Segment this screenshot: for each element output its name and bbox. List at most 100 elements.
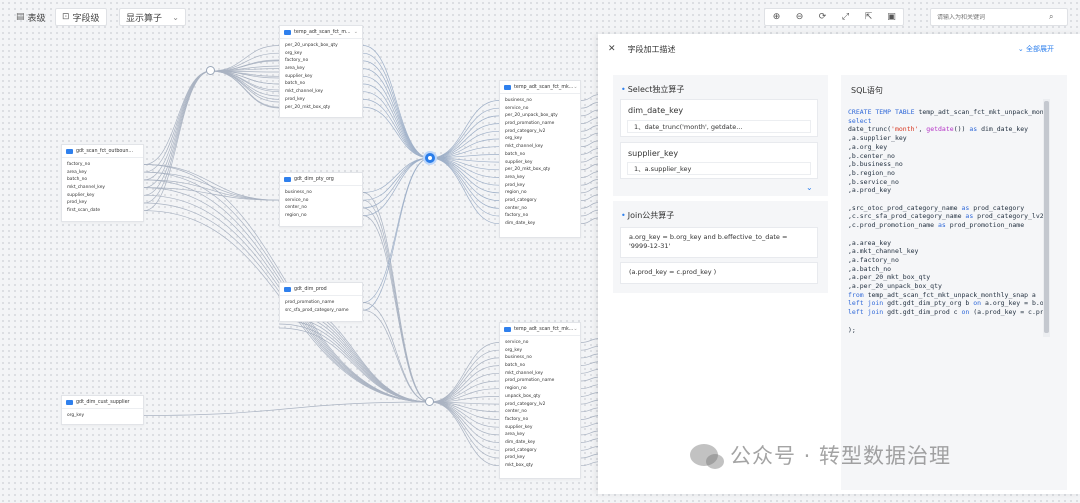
chevron-down-icon[interactable]: ⌄	[354, 29, 358, 35]
field-level-button[interactable]: ⊡ 字段级	[55, 8, 107, 26]
field-item[interactable]: supplier_key	[62, 192, 143, 200]
field-item[interactable]: business_no	[500, 97, 580, 105]
chevron-down-icon[interactable]: ⌄	[573, 326, 577, 332]
lineage-edge	[362, 106, 431, 159]
field-item[interactable]: area_key	[280, 65, 362, 73]
operator-node[interactable]	[206, 66, 215, 75]
field-item[interactable]: prod_key	[500, 454, 580, 462]
field-item[interactable]: prod_category_lv2	[500, 401, 580, 409]
field-item[interactable]: prod_key	[500, 182, 580, 190]
operator-hub-node[interactable]	[423, 151, 437, 165]
field-item[interactable]: org_key	[280, 50, 362, 58]
field-item[interactable]: area_key	[500, 174, 580, 182]
field-item[interactable]: per_20_mkt_box_qty	[500, 166, 580, 174]
zoom-out-icon[interactable]: ⊖	[788, 9, 811, 25]
field-item[interactable]: batch_no	[500, 151, 580, 159]
field-item[interactable]: unpack_box_qty	[500, 393, 580, 401]
field-item[interactable]: factory_no	[62, 161, 143, 169]
field-item[interactable]: mkt_box_qty	[500, 462, 580, 470]
field-item[interactable]: prod_key	[62, 199, 143, 207]
table-card-title: gdt_dim_cust_supplier	[76, 399, 130, 405]
field-item[interactable]: area_key	[62, 169, 143, 177]
close-icon[interactable]: ✕	[608, 44, 616, 54]
table-card-prod[interactable]: gdt_dim_prod prod_promotion_name src_sfa_…	[279, 282, 363, 322]
field-item[interactable]: prod_category	[500, 447, 580, 455]
operator-node[interactable]	[425, 397, 434, 406]
field-item[interactable]: service_no	[280, 197, 362, 205]
field-item[interactable]: mkt_channel_key	[280, 88, 362, 96]
sql-scrollbar[interactable]	[1043, 99, 1050, 337]
field-item[interactable]: per_20_mkt_box_qty	[280, 104, 362, 112]
field-item[interactable]: dim_date_key	[500, 220, 580, 228]
select-item-name: dim_date_key	[628, 106, 684, 115]
field-item[interactable]: org_key	[500, 347, 580, 355]
field-item[interactable]: center_no	[500, 205, 580, 213]
fullscreen-icon[interactable]: ⤢	[834, 9, 857, 25]
field-item[interactable]: batch_no	[62, 176, 143, 184]
select-item-name: supplier_key	[628, 149, 679, 158]
select-item-dim-date-key[interactable]: dim_date_key 1、date_trunc('month', getda…	[620, 99, 818, 137]
export-icon[interactable]: ⇱	[857, 9, 880, 25]
table-card-bottom[interactable]: temp_adt_scan_fct_mk... ⌄ service_no org_k…	[499, 322, 581, 479]
field-item[interactable]: region_no	[280, 212, 362, 220]
field-item[interactable]: service_no	[500, 105, 580, 113]
field-item[interactable]: prod_category	[500, 197, 580, 205]
field-item[interactable]: center_no	[280, 204, 362, 212]
chevron-down-icon[interactable]: ⌄	[806, 183, 813, 192]
table-card-title: temp_adt_scan_fct_m...	[294, 29, 351, 35]
field-item[interactable]: prod_promotion_name	[500, 377, 580, 385]
field-item[interactable]: supplier_key	[500, 159, 580, 167]
field-item[interactable]: supplier_key	[280, 73, 362, 81]
field-item[interactable]: first_scan_date	[62, 207, 143, 215]
field-item[interactable]: prod_promotion_name	[280, 299, 362, 307]
field-item[interactable]: prod_key	[280, 96, 362, 104]
select-item-supplier-key[interactable]: supplier_key 1、a.supplier_key	[620, 142, 818, 179]
table-card-supplier[interactable]: gdt_dim_cust_supplier org_key	[61, 395, 144, 425]
search-input[interactable]	[931, 13, 1049, 21]
table-card-header: temp_adt_scan_fct_mk... ⌄	[500, 323, 580, 336]
panel-header: ✕ 字段加工描述 ⌄ 全部展开	[598, 34, 1080, 64]
field-list: business_no service_no per_20_unpack_box_q…	[500, 94, 580, 228]
field-item[interactable]: factory_no	[500, 212, 580, 220]
table-card-outbound[interactable]: gdt_scan_fct_outboun... factory_no area_k…	[61, 144, 144, 222]
field-item[interactable]: per_20_unpack_box_qty	[280, 42, 362, 50]
field-item[interactable]: business_no	[500, 354, 580, 362]
table-card-pty-org[interactable]: gdt_dim_pty_org business_no service_no cen…	[279, 172, 363, 227]
field-item[interactable]: center_no	[500, 408, 580, 416]
table-card-mid[interactable]: temp_adt_scan_fct_mk... ⌄ business_no serv…	[499, 80, 581, 238]
show-operator-select[interactable]: 显示算子 ⌄	[119, 8, 186, 26]
lineage-edge	[210, 70, 280, 103]
field-item[interactable]: business_no	[280, 189, 362, 197]
refresh-icon[interactable]: ⟳	[811, 9, 834, 25]
field-item[interactable]: src_sfa_prod_category_name	[280, 307, 362, 315]
chevron-down-icon[interactable]: ⌄	[573, 84, 577, 90]
expand-all-button[interactable]: ⌄ 全部展开	[1018, 44, 1054, 54]
scrollbar-thumb[interactable]	[1044, 101, 1049, 333]
field-item[interactable]: mkt_channel_key	[500, 143, 580, 151]
field-item[interactable]: supplier_key	[500, 424, 580, 432]
field-item[interactable]: prod_category_lv2	[500, 128, 580, 136]
table-card-unpack[interactable]: temp_adt_scan_fct_m... ⌄ per_20_unpack_bo…	[279, 25, 363, 118]
field-item[interactable]: batch_no	[280, 80, 362, 88]
field-item[interactable]: factory_no	[500, 416, 580, 424]
field-item[interactable]: factory_no	[280, 57, 362, 65]
field-item[interactable]: org_key	[500, 135, 580, 143]
field-item[interactable]: region_no	[500, 385, 580, 393]
table-level-button[interactable]: ▤ 表级	[16, 8, 46, 26]
field-item[interactable]: mkt_channel_key	[500, 370, 580, 378]
field-item[interactable]: mkt_channel_key	[62, 184, 143, 192]
field-item[interactable]: region_no	[500, 189, 580, 197]
join-condition: a.org_key = b.org_key and b.effective_to…	[620, 227, 818, 258]
save-icon[interactable]: ▣	[880, 9, 903, 25]
field-item[interactable]: prod_promotion_name	[500, 120, 580, 128]
field-item[interactable]: area_key	[500, 431, 580, 439]
zoom-in-icon[interactable]: ⊕	[765, 9, 788, 25]
search-icon[interactable]: ⌕	[1049, 12, 1053, 22]
field-item[interactable]: batch_no	[500, 362, 580, 370]
table-card-header: gdt_dim_prod	[280, 283, 362, 296]
field-item[interactable]: service_no	[500, 339, 580, 347]
double-chevron-down-icon: ⌄	[1017, 45, 1024, 53]
field-item[interactable]: org_key	[62, 412, 143, 420]
field-item[interactable]: dim_date_key	[500, 439, 580, 447]
field-item[interactable]: per_20_unpack_box_qty	[500, 112, 580, 120]
